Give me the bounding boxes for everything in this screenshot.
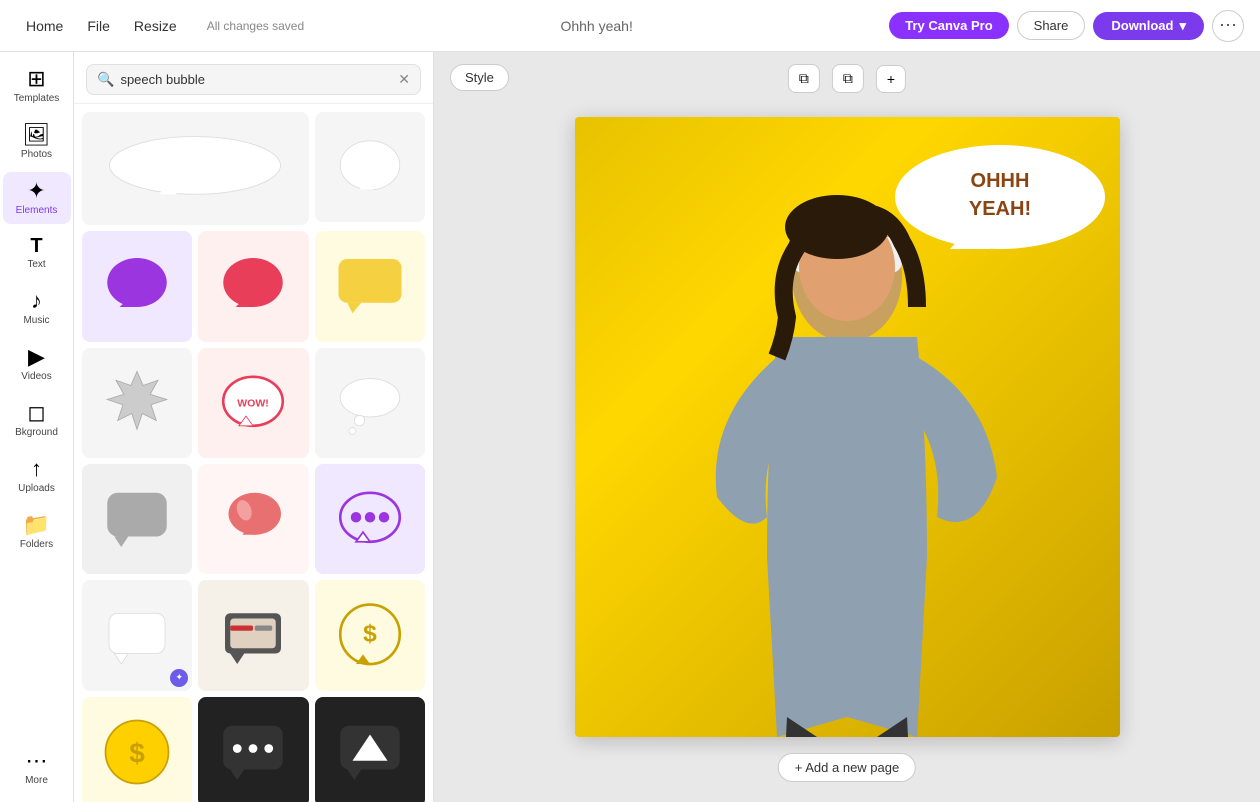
sidebar-label-text: Text: [27, 259, 45, 270]
grid-item-spiky[interactable]: [82, 348, 192, 458]
canvas-area: Style ⧉ ⧉ +: [434, 52, 1260, 802]
grid-item-oval[interactable]: [315, 348, 425, 458]
bottom-canvas-bar: + Add a new page: [778, 753, 916, 782]
nav-buttons: Home File Resize: [16, 12, 187, 40]
sidebar-item-videos[interactable]: ▶ Videos: [3, 338, 71, 390]
duplicate-icon-btn[interactable]: ⧉: [832, 64, 864, 93]
text-icon: T: [30, 236, 42, 256]
copy-icon-btn[interactable]: ⧉: [788, 64, 820, 93]
canvas-speech-bubble[interactable]: OHHH YEAH!: [890, 137, 1110, 277]
more-icon: ⋯: [26, 750, 48, 772]
sidebar-label-music: Music: [23, 315, 49, 326]
bkground-icon: ◻: [27, 402, 45, 424]
grid-item-purple[interactable]: [82, 231, 192, 341]
svg-text:YEAH!: YEAH!: [968, 198, 1030, 220]
style-button[interactable]: Style: [450, 64, 509, 91]
clear-search-icon[interactable]: ✕: [398, 71, 410, 88]
sidebar-label-elements: Elements: [16, 205, 58, 216]
top-bar: Home File Resize All changes saved Ohhh …: [0, 0, 1260, 52]
videos-icon: ▶: [28, 346, 45, 368]
grid-item-dark-sticker[interactable]: [198, 580, 308, 690]
grid-item-pink-figure[interactable]: [198, 464, 308, 574]
grid-item-2[interactable]: [315, 112, 425, 222]
add-page-button[interactable]: + Add a new page: [778, 753, 916, 782]
search-icon: 🔍: [97, 71, 114, 88]
design-title: Ohhh yeah!: [316, 18, 877, 34]
canvas-container: OHHH YEAH!: [575, 117, 1120, 737]
sidebar-item-more[interactable]: ⋯ More: [3, 742, 71, 794]
speech-bubbles-grid: WOW!: [82, 112, 425, 802]
sidebar-label-more: More: [25, 775, 48, 786]
search-box: 🔍 ✕: [86, 64, 421, 95]
grid-item-yellow[interactable]: [315, 231, 425, 341]
canvas-photo: OHHH YEAH!: [575, 117, 1120, 737]
grid-item-gold-dollar[interactable]: $: [315, 580, 425, 690]
sidebar-item-templates[interactable]: ⊞ Templates: [3, 60, 71, 112]
sidebar-item-uploads[interactable]: ↑ Uploads: [3, 450, 71, 502]
sidebar-label-templates: Templates: [14, 93, 60, 104]
sidebar-label-bkground: Bkground: [15, 427, 58, 438]
grid-item-red[interactable]: [198, 231, 308, 341]
grid-item-dark-mountain[interactable]: [315, 697, 425, 802]
music-icon: ♪: [31, 290, 42, 312]
more-options-button[interactable]: ⋯: [1212, 10, 1244, 42]
grid-item-dark-dots[interactable]: [198, 697, 308, 802]
folders-icon: 📁: [23, 514, 50, 536]
sidebar-item-music[interactable]: ♪ Music: [3, 282, 71, 334]
home-button[interactable]: Home: [16, 12, 73, 40]
pro-badge: ✦: [170, 669, 188, 687]
svg-text:WOW!: WOW!: [238, 397, 270, 409]
sidebar-label-uploads: Uploads: [18, 483, 55, 494]
sidebar-label-photos: Photos: [21, 149, 52, 160]
add-icon-btn[interactable]: +: [876, 65, 906, 93]
panel-search: 🔍 ✕: [74, 52, 433, 104]
canvas-top-toolbar: ⧉ ⧉ +: [788, 64, 906, 93]
templates-icon: ⊞: [27, 68, 45, 90]
resize-button[interactable]: Resize: [124, 12, 187, 40]
file-button[interactable]: File: [77, 12, 120, 40]
sidebar-item-folders[interactable]: 📁 Folders: [3, 506, 71, 558]
download-button[interactable]: Download ▾: [1093, 12, 1204, 40]
try-canva-pro-button[interactable]: Try Canva Pro: [889, 12, 1008, 39]
sidebar-item-photos[interactable]: 🖼 Photos: [3, 116, 71, 168]
top-bar-left: Home File Resize All changes saved: [16, 12, 304, 40]
svg-text:$: $: [363, 620, 377, 647]
sidebar-label-folders: Folders: [20, 539, 53, 550]
grid-item-wow[interactable]: WOW!: [198, 348, 308, 458]
grid-item-yellow-dollar[interactable]: $: [82, 697, 192, 802]
elements-icon: ✦: [27, 180, 45, 202]
svg-text:OHHH: OHHH: [970, 170, 1029, 192]
photos-icon: 🖼: [23, 124, 51, 146]
main-layout: ⊞ Templates 🖼 Photos ✦ Elements T Text ♪…: [0, 52, 1260, 802]
sidebar-label-videos: Videos: [21, 371, 51, 382]
sidebar-item-text[interactable]: T Text: [3, 228, 71, 278]
grid-item-white-chat[interactable]: ✦: [82, 580, 192, 690]
elements-panel: 🔍 ✕: [74, 52, 434, 802]
share-button[interactable]: Share: [1017, 11, 1086, 40]
left-sidebar: ⊞ Templates 🖼 Photos ✦ Elements T Text ♪…: [0, 52, 74, 802]
search-input[interactable]: [120, 72, 398, 87]
svg-text:$: $: [129, 737, 145, 768]
grid-item-grey-square[interactable]: [82, 464, 192, 574]
grid-item-1[interactable]: [82, 112, 309, 225]
changes-saved: All changes saved: [207, 19, 304, 33]
sidebar-item-bkground[interactable]: ◻ Bkground: [3, 394, 71, 446]
top-bar-right: Try Canva Pro Share Download ▾ ⋯: [889, 10, 1244, 42]
sidebar-item-elements[interactable]: ✦ Elements: [3, 172, 71, 224]
panel-content: WOW!: [74, 104, 433, 802]
grid-item-purple-dots[interactable]: [315, 464, 425, 574]
uploads-icon: ↑: [31, 458, 42, 480]
